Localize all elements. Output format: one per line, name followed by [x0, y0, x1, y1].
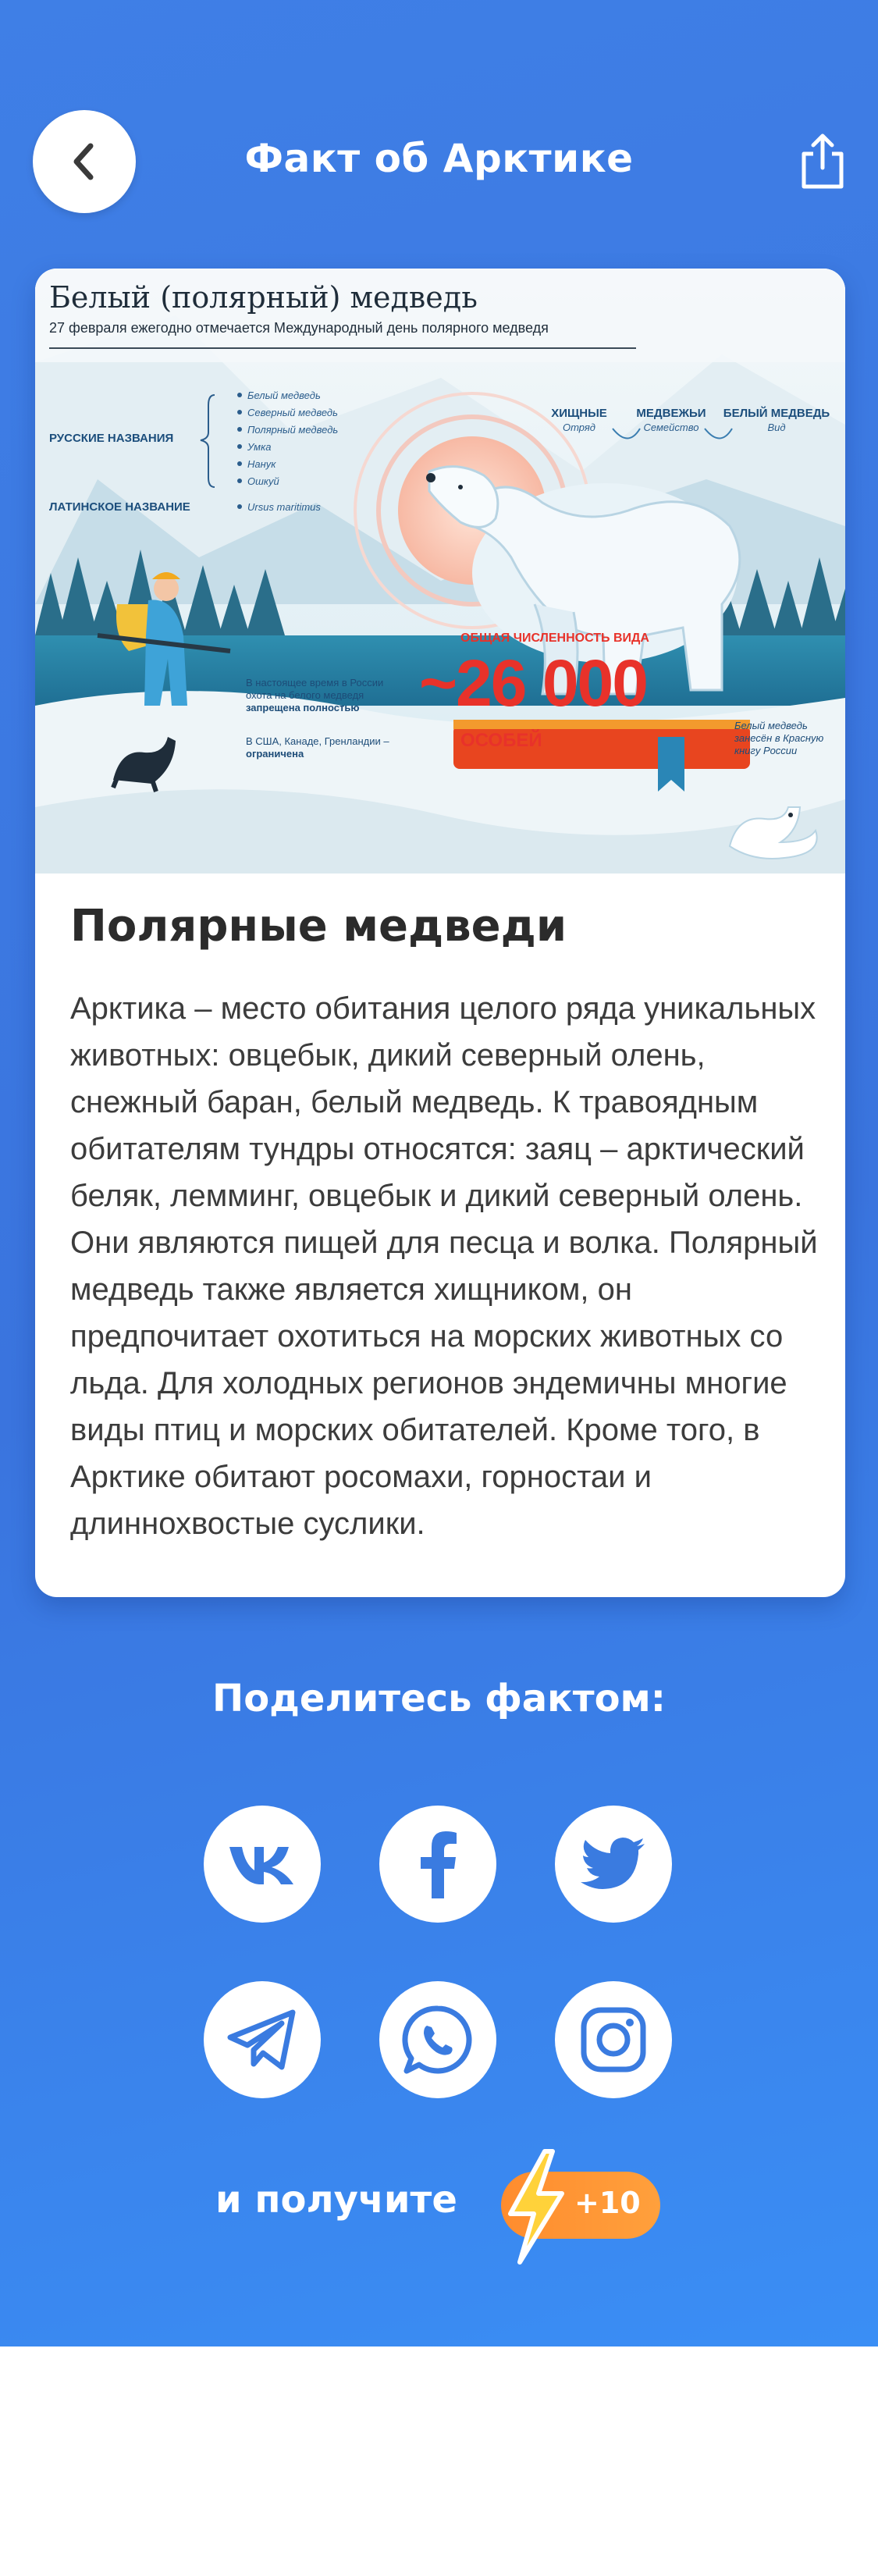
redbook-note-3: книгу России: [734, 745, 797, 756]
population-unit: ОСОБЕЙ: [460, 729, 542, 751]
russian-name-6: Ошкуй: [247, 475, 279, 487]
population-value: ~26 000: [419, 646, 647, 720]
twitter-icon: [581, 1838, 645, 1889]
hunting-note-1: В настоящее время в России: [246, 677, 383, 688]
telegram-icon: [227, 2009, 296, 2070]
russian-name-5: Нанук: [247, 458, 276, 470]
reward-value: +10: [574, 2186, 641, 2220]
redbook-note-1: Белый медведь: [734, 720, 808, 731]
taxonomy-species: БЕЛЫЙ МЕДВЕДЬ: [723, 406, 830, 420]
hunting-note-3: запрещена полностью: [246, 702, 359, 713]
latin-name-label: ЛАТИНСКОЕ НАЗВАНИЕ: [49, 500, 190, 514]
share-facebook-button[interactable]: [379, 1806, 496, 1923]
taxonomy-family: МЕДВЕЖЬИ: [636, 407, 706, 420]
fact-title: Полярные медведи: [70, 901, 567, 952]
share-telegram-button[interactable]: [204, 1981, 321, 2098]
hunting-note-2: охота на белого медведя: [246, 689, 364, 701]
fact-text: Арктика – место обитания целого ряда уни…: [70, 991, 818, 1541]
taxonomy-order-sub: Отряд: [563, 422, 595, 433]
reward-label: и получите: [215, 2178, 457, 2222]
infographic-title: Белый (полярный) медведь: [49, 280, 478, 315]
share-button[interactable]: [791, 126, 854, 197]
instagram-icon: [581, 2007, 646, 2073]
page-title: Факт об Арктике: [244, 136, 634, 181]
russian-name-3: Полярный медведь: [247, 424, 338, 436]
russian-name-4: Умка: [247, 441, 271, 453]
share-instagram-button[interactable]: [555, 1981, 672, 2098]
share-vk-button[interactable]: [204, 1806, 321, 1923]
share-icon: [802, 133, 844, 189]
russian-name-2: Северный медведь: [247, 407, 338, 418]
fact-card: Белый (полярный) медведь 27 февраля ежег…: [35, 269, 845, 1597]
redbook-note-2: занесён в Красную: [734, 732, 824, 744]
share-heading: Поделитесь фактом:: [212, 1677, 666, 1720]
infographic-subtitle: 27 февраля ежегодно отмечается Междунаро…: [49, 320, 549, 336]
share-twitter-button[interactable]: [555, 1806, 672, 1923]
taxonomy-order: ХИЩНЫЕ: [551, 407, 607, 420]
usa-note-1: В США, Канаде, Гренландии –: [246, 735, 389, 747]
russian-names-label: РУССКИЕ НАЗВАНИЯ: [49, 432, 173, 445]
russian-name-1: Белый медведь: [247, 390, 321, 401]
share-whatsapp-button[interactable]: [379, 1981, 496, 2098]
usa-note-2: ограничена: [246, 748, 304, 760]
taxonomy-species-sub: Вид: [767, 422, 785, 433]
facebook-icon: [421, 1831, 457, 1898]
latin-name: Ursus maritimus: [247, 501, 321, 513]
vk-icon: [229, 1847, 293, 1884]
app-screen: Факт об Арктике Белый (полярный) медведь…: [0, 0, 878, 2347]
lightning-icon: [508, 2149, 564, 2265]
population-label: ОБЩАЯ ЧИСЛЕННОСТЬ ВИДА: [460, 632, 649, 645]
taxonomy-family-sub: Семейство: [644, 422, 699, 433]
whatsapp-icon: [402, 2005, 472, 2074]
reward-badge: +10: [501, 2149, 660, 2265]
polar-bear-infographic: Белый (полярный) медведь 27 февраля ежег…: [35, 269, 845, 873]
